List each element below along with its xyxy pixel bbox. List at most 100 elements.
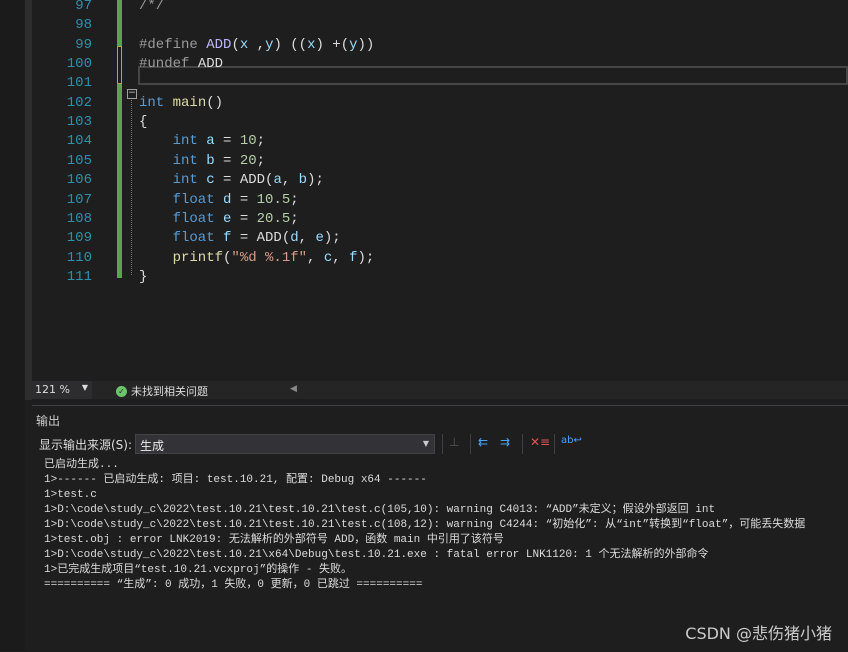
output-line: 1>test.obj : error LNK2019: 无法解析的外部符号 AD…: [44, 534, 504, 546]
code-token: #define: [139, 36, 207, 53]
line-number: 109: [66, 230, 92, 247]
line-number: 97: [75, 0, 92, 14]
code-token: a: [273, 172, 282, 189]
code-token: ;: [256, 152, 266, 169]
code-line[interactable]: printf("%d %.1f", c, f);: [139, 249, 375, 266]
code-line[interactable]: #undef ADD: [139, 56, 223, 72]
code-line[interactable]: float f = ADD(d, e);: [139, 230, 341, 246]
code-token: y: [349, 36, 358, 53]
toolbar-separator: [554, 434, 555, 454]
code-line[interactable]: }: [139, 269, 147, 285]
code-token: "%d %.1f": [231, 249, 308, 266]
previous-message-icon[interactable]: ⇇: [478, 435, 488, 449]
goto-error-icon[interactable]: ⊥: [449, 435, 459, 449]
code-line[interactable]: int main(): [139, 95, 223, 111]
output-line: 1>D:\code\study_c\2022\test.10.21\x64\De…: [44, 549, 709, 561]
code-token: 10: [239, 133, 257, 150]
code-token: int: [139, 152, 207, 169]
toolbar-separator: [522, 434, 523, 454]
code-token: (): [206, 94, 224, 111]
code-token: main: [172, 94, 207, 111]
code-token: float: [139, 191, 224, 208]
code-token: =: [214, 133, 240, 150]
word-wrap-icon[interactable]: ab↩: [561, 435, 582, 446]
issues-indicator[interactable]: ✓ 未找到相关问题: [116, 383, 208, 399]
code-token: x: [239, 36, 249, 53]
chevron-down-icon: ▼: [81, 383, 88, 392]
code-token: = ADD(: [214, 172, 274, 189]
code-token: ;: [290, 210, 299, 227]
line-number: 103: [66, 114, 92, 131]
code-token: );: [357, 249, 375, 266]
code-token: (: [231, 36, 240, 53]
code-token: ADD: [197, 56, 224, 73]
code-line[interactable]: int b = 20;: [139, 153, 265, 169]
line-number: 99: [75, 36, 92, 53]
line-number: 104: [66, 133, 92, 150]
issues-text: 未找到相关问题: [131, 385, 208, 398]
code-token: ,: [307, 249, 324, 266]
editor-margin: [25, 0, 32, 400]
output-line: 1>test.c: [44, 489, 97, 501]
code-line[interactable]: int a = 10;: [139, 133, 265, 149]
code-token: = ADD(: [231, 230, 291, 247]
code-token: {: [139, 114, 148, 131]
code-token: 20.5: [256, 210, 291, 227]
code-token: 10.5: [256, 191, 291, 208]
code-token: }: [139, 268, 148, 285]
code-token: ) +(: [315, 36, 350, 53]
code-token: ) ((: [273, 36, 308, 53]
output-line: 已启动生成...: [44, 459, 119, 471]
code-line[interactable]: /*/: [139, 0, 164, 14]
output-line: ========== “生成”: 0 成功，1 失败，0 更新，0 已跳过 ==…: [44, 579, 423, 591]
output-source-label: 显示输出来源(S):: [39, 438, 133, 452]
code-token: ,: [298, 230, 316, 247]
output-line: 1>D:\code\study_c\2022\test.10.21\test.1…: [44, 504, 716, 516]
code-token: =: [214, 152, 240, 169]
next-message-icon[interactable]: ⇉: [500, 435, 510, 449]
code-line[interactable]: {: [139, 114, 147, 130]
code-token: ;: [256, 133, 266, 150]
line-number: 98: [75, 17, 92, 34]
code-token: #undef: [139, 56, 198, 73]
output-source-select[interactable]: 生成 ▼: [135, 434, 435, 454]
output-line: 1>已完成生成项目“test.10.21.vcxproj”的操作 - 失败。: [44, 564, 353, 576]
watermark: CSDN @悲伤猪小猪: [685, 624, 832, 643]
output-panel: 输出 显示输出来源(S): 生成 ▼ ⊥ ⇇ ⇉ ✕≡ ab↩ 已启动生成... 1…: [32, 405, 848, 652]
code-line[interactable]: float d = 10.5;: [139, 192, 299, 208]
code-line[interactable]: #define ADD(x ,y) ((x) +(y)): [139, 37, 374, 53]
output-line: 1>D:\code\study_c\2022\test.10.21\test.1…: [44, 519, 806, 531]
line-number: 101: [66, 75, 92, 92]
code-token: int: [139, 133, 207, 150]
clear-all-icon[interactable]: ✕≡: [530, 435, 550, 449]
output-source-value: 生成: [140, 439, 165, 453]
output-line: 1>------ 已启动生成: 项目: test.10.21, 配置: Debu…: [44, 474, 427, 486]
code-line[interactable]: int c = ADD(a, b);: [139, 172, 324, 188]
change-indicator-unsaved: [117, 46, 122, 84]
zoom-dropdown[interactable]: 121 % ▼: [32, 381, 92, 399]
code-token: float: [139, 230, 224, 247]
code-token: int: [139, 172, 207, 189]
code-token: =: [231, 191, 257, 208]
code-token: c: [206, 172, 215, 189]
scroll-left-icon[interactable]: ◀: [290, 384, 297, 394]
code-token: b: [206, 152, 215, 169]
code-token: e: [315, 230, 324, 247]
code-token: ,: [332, 249, 350, 266]
current-line-highlight: [138, 66, 848, 85]
line-number: 106: [66, 172, 92, 189]
code-token: ADD: [206, 36, 232, 53]
left-sidebar: [0, 0, 25, 651]
code-token: ,: [281, 172, 299, 189]
indent-guide: [131, 100, 132, 275]
output-title: 输出: [36, 414, 61, 428]
code-token: );: [307, 172, 324, 189]
code-token: a: [206, 133, 215, 150]
code-line[interactable]: float e = 20.5;: [139, 211, 299, 227]
toolbar-separator: [442, 434, 443, 454]
collapse-icon[interactable]: −: [127, 89, 137, 99]
code-token: 20: [239, 152, 257, 169]
code-token: float: [139, 210, 224, 227]
code-token: =: [231, 210, 257, 227]
line-number: 105: [66, 152, 92, 169]
